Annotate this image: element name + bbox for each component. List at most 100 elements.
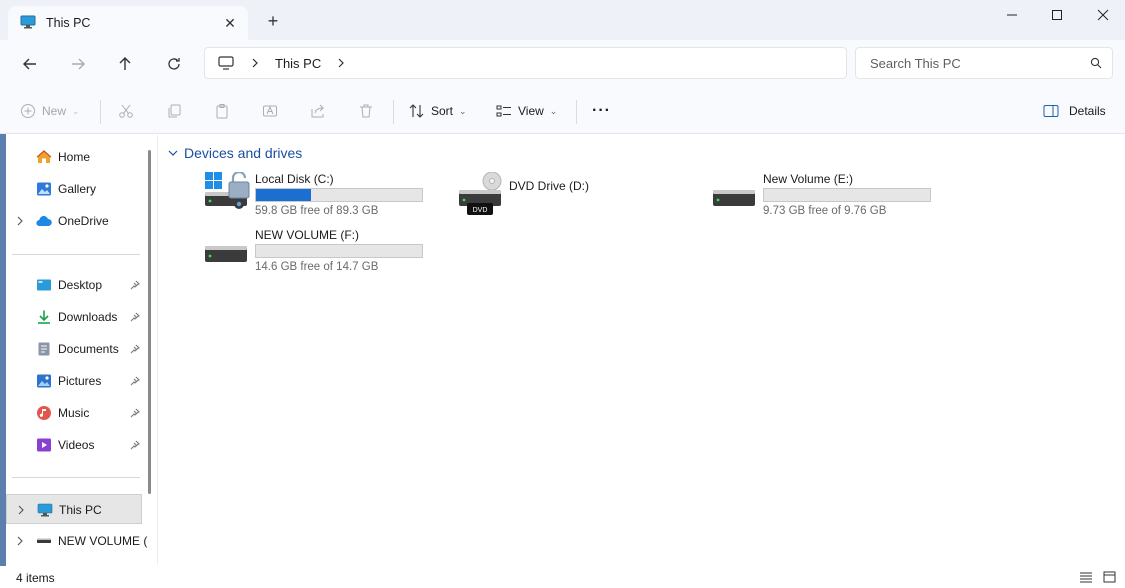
tiles-view-icon[interactable] xyxy=(1103,571,1116,586)
drive-c[interactable]: Local Disk (C:) 59.8 GB free of 89.3 GB xyxy=(205,170,445,222)
sidebar-item-downloads[interactable]: Downloads xyxy=(6,302,142,332)
arrow-right-icon xyxy=(72,58,85,70)
group-title: Devices and drives xyxy=(184,145,303,161)
sidebar-item-desktop[interactable]: Desktop xyxy=(6,270,142,300)
details-view-icon[interactable] xyxy=(1079,571,1093,586)
sidebar-item-label: Home xyxy=(58,150,91,164)
minimize-button[interactable] xyxy=(997,5,1027,25)
chevron-right-icon[interactable] xyxy=(17,504,25,518)
pin-icon[interactable] xyxy=(130,311,140,325)
dvd-drive-icon: DVD xyxy=(459,171,507,216)
rename-button[interactable] xyxy=(262,100,278,122)
refresh-button[interactable] xyxy=(162,52,186,76)
rename-icon xyxy=(263,105,277,117)
sidebar-item-gallery[interactable]: Gallery xyxy=(6,174,142,204)
this-pc-icon xyxy=(37,502,53,518)
copy-icon xyxy=(168,104,181,118)
details-label: Details xyxy=(1069,104,1106,118)
drive-d[interactable]: DVD DVD Drive (D:) xyxy=(459,171,699,222)
chevron-down-icon: ⌄ xyxy=(549,105,558,116)
pin-icon[interactable] xyxy=(130,407,140,421)
clipboard-icon xyxy=(216,104,228,119)
up-button[interactable] xyxy=(113,52,137,76)
sidebar-item-new-volume[interactable]: NEW VOLUME ( xyxy=(6,526,147,556)
downloads-icon xyxy=(36,309,52,325)
sidebar-scrollbar[interactable] xyxy=(148,150,151,494)
details-pane-icon xyxy=(1043,105,1059,117)
cut-button[interactable] xyxy=(118,100,134,122)
sidebar-item-label: Pictures xyxy=(58,374,102,388)
home-icon xyxy=(36,149,52,165)
arrow-up-icon xyxy=(119,57,131,70)
details-button[interactable]: Details xyxy=(1043,100,1106,122)
close-tab-icon[interactable]: ✕ xyxy=(222,15,238,32)
pin-icon[interactable] xyxy=(130,439,140,453)
onedrive-icon xyxy=(36,213,52,229)
plus-circle-icon xyxy=(21,104,35,118)
drive-e[interactable]: New Volume (E:) 9.73 GB free of 9.76 GB xyxy=(713,172,953,222)
chevron-right-icon[interactable] xyxy=(16,215,24,229)
gallery-icon xyxy=(36,181,52,197)
new-button[interactable]: New ⌄ xyxy=(20,100,80,122)
drive-name: DVD Drive (D:) xyxy=(509,179,589,193)
sidebar-item-label: Documents xyxy=(58,342,119,356)
drive-free-space: 9.73 GB free of 9.76 GB xyxy=(763,205,887,217)
drive-free-space: 14.6 GB free of 14.7 GB xyxy=(255,261,379,273)
pin-icon[interactable] xyxy=(130,343,140,357)
system-drive-icon xyxy=(205,170,253,216)
drive-f[interactable]: NEW VOLUME (F:) 14.6 GB free of 14.7 GB xyxy=(205,228,445,278)
pc-address-icon xyxy=(217,55,235,71)
sidebar-item-label: NEW VOLUME ( xyxy=(58,534,148,548)
separator xyxy=(12,477,140,478)
separator xyxy=(12,254,140,255)
view-button[interactable]: View ⌄ xyxy=(496,100,557,122)
drive-usage-bar xyxy=(763,188,931,202)
chevron-down-icon: ⌄ xyxy=(72,105,80,116)
devices-group-header[interactable]: Devices and drives xyxy=(168,145,302,161)
pin-icon[interactable] xyxy=(130,375,140,389)
address-bar[interactable]: This PC xyxy=(204,47,847,79)
sidebar-item-onedrive[interactable]: OneDrive xyxy=(6,206,142,236)
forward-button[interactable] xyxy=(66,52,90,76)
close-window-button[interactable] xyxy=(1088,5,1118,25)
more-options-button[interactable]: ··· xyxy=(592,100,611,122)
pane-separator[interactable] xyxy=(157,135,158,565)
sidebar-item-music[interactable]: Music xyxy=(6,398,142,428)
chevron-down-icon[interactable] xyxy=(168,149,178,157)
sidebar-item-videos[interactable]: Videos xyxy=(6,430,142,460)
chevron-right-icon[interactable] xyxy=(251,58,259,68)
chevron-right-icon[interactable] xyxy=(16,535,24,549)
sidebar-item-pictures[interactable]: Pictures xyxy=(6,366,142,396)
view-label: View xyxy=(518,104,544,118)
pin-icon[interactable] xyxy=(130,279,140,293)
maximize-button[interactable] xyxy=(1042,5,1072,25)
search-input[interactable]: Search This PC xyxy=(870,56,961,71)
separator xyxy=(576,100,577,124)
breadcrumb-this-pc[interactable]: This PC xyxy=(275,56,321,71)
title-bar: This PC ✕ + xyxy=(0,0,1125,40)
sort-label: Sort xyxy=(431,104,454,118)
item-count: 4 items xyxy=(16,571,55,585)
search-box[interactable]: Search This PC xyxy=(855,47,1113,79)
back-button[interactable] xyxy=(18,52,42,76)
command-bar: New ⌄ Sort ⌄ View ⌄ ··· Details xyxy=(0,88,1125,134)
trash-icon xyxy=(360,104,372,118)
sort-button[interactable]: Sort ⌄ xyxy=(409,100,467,122)
delete-button[interactable] xyxy=(358,100,374,122)
sidebar-item-home[interactable]: Home xyxy=(6,142,142,172)
new-tab-button[interactable]: + xyxy=(262,11,284,31)
separator xyxy=(393,100,394,124)
sidebar-item-documents[interactable]: Documents xyxy=(6,334,142,364)
paste-button[interactable] xyxy=(214,100,230,122)
sidebar-item-this-pc[interactable]: This PC xyxy=(6,494,142,524)
refresh-icon xyxy=(168,58,180,70)
share-button[interactable] xyxy=(310,100,326,122)
chevron-right-icon[interactable] xyxy=(337,58,345,68)
search-icon[interactable] xyxy=(1090,57,1102,72)
drive-name: Local Disk (C:) xyxy=(255,172,334,186)
copy-button[interactable] xyxy=(166,100,182,122)
tab-this-pc[interactable]: This PC ✕ xyxy=(8,6,248,40)
share-icon xyxy=(311,104,324,118)
drive-usage-bar xyxy=(255,188,423,202)
separator xyxy=(100,100,101,124)
